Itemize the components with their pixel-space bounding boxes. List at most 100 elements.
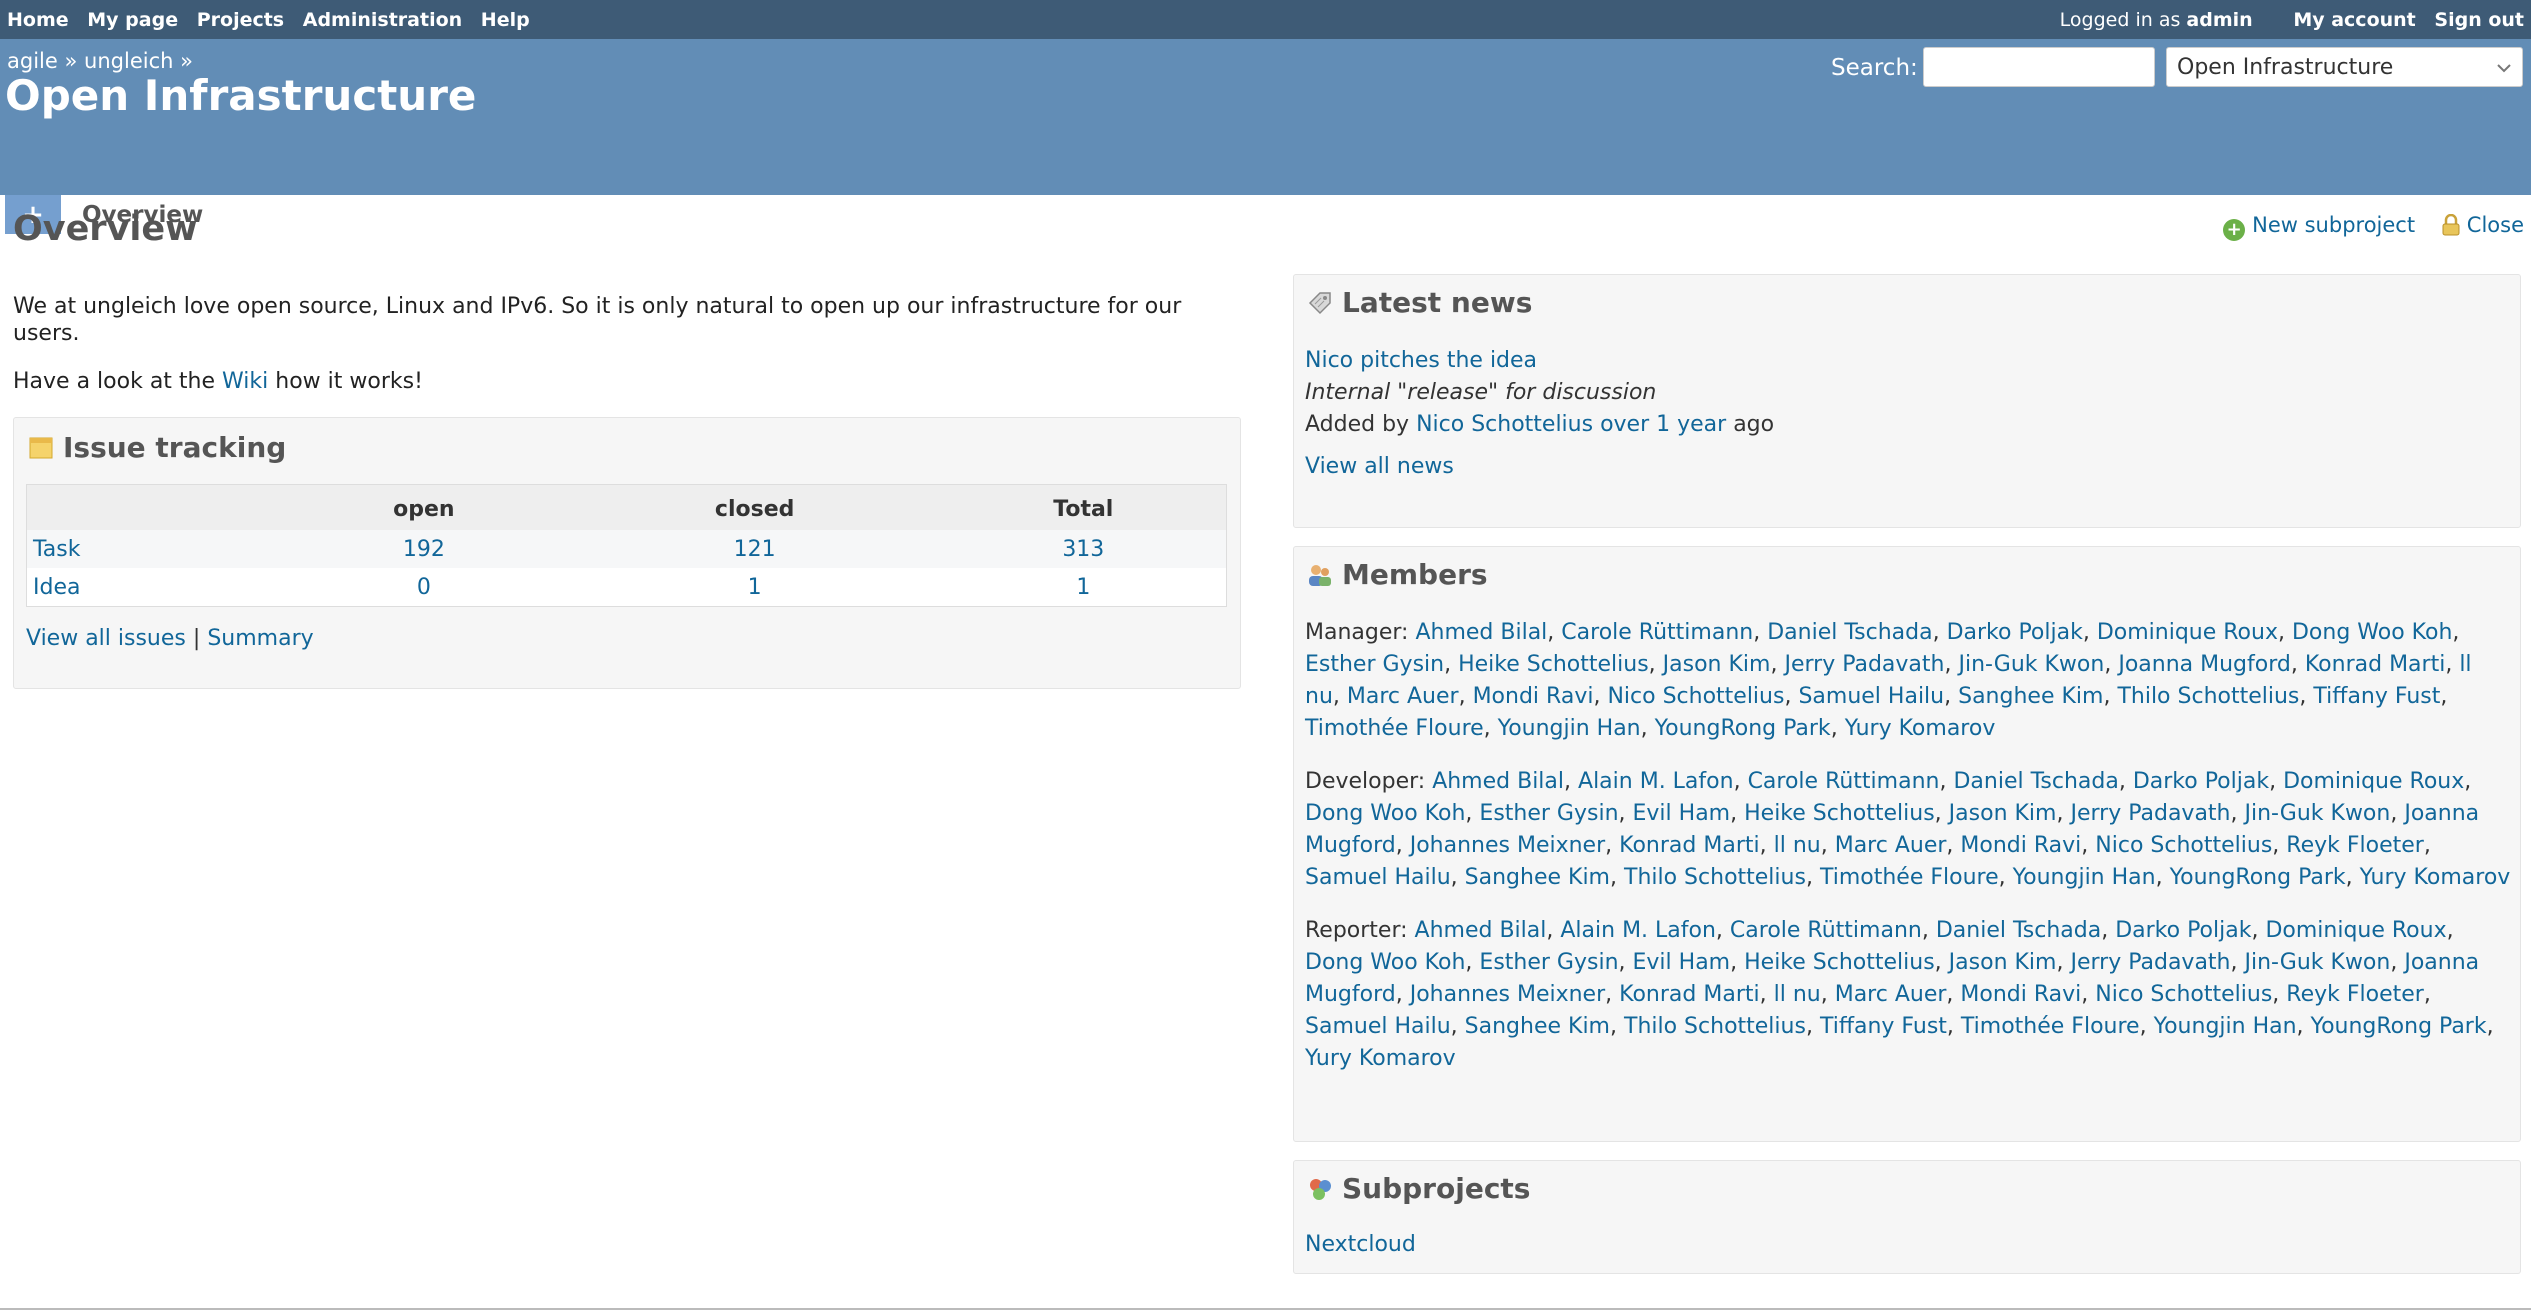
member-link[interactable]: Youngjin Han [2154,1014,2297,1039]
tab-forums[interactable]: Forums [853,195,987,234]
member-link[interactable]: Ahmed Bilal [1415,918,1547,943]
news-age-link[interactable]: over 1 year [1600,412,1726,437]
member-link[interactable]: Ahmed Bilal [1432,769,1564,794]
member-link[interactable]: Darko Poljak [2115,918,2251,943]
search-input[interactable] [1923,47,2155,87]
member-link[interactable]: Esther Gysin [1479,801,1618,826]
member-link[interactable]: Dominique Roux [2097,620,2278,645]
top-menu-home[interactable]: Home [7,9,69,31]
member-link[interactable]: YoungRong Park [2311,1014,2487,1039]
member-link[interactable]: Tiffany Fust [1820,1014,1947,1039]
subproject-nextcloud-link[interactable]: Nextcloud [1305,1232,1416,1257]
tracker-idea-link[interactable]: Idea [33,575,80,600]
member-link[interactable]: Carole Rüttimann [1561,620,1753,645]
member-link[interactable]: Heike Schottelius [1744,801,1935,826]
member-link[interactable]: Darko Poljak [2133,769,2269,794]
top-menu-help[interactable]: Help [481,9,530,31]
tab-settings[interactable]: Settings [989,195,1136,234]
member-link[interactable]: Jin-Guk Kwon [2245,950,2391,975]
tab-activity[interactable]: Activity [224,195,361,234]
tab-roadmap[interactable]: Roadmap [363,195,522,234]
member-link[interactable]: Marc Auer [1835,982,1947,1007]
top-menu-administration[interactable]: Administration [303,9,462,31]
member-link[interactable]: Jason Kim [1663,652,1771,677]
member-link[interactable]: Timothée Floure [1820,865,1999,890]
close-project-button[interactable]: Close [2442,213,2524,237]
member-link[interactable]: Thilo Schottelius [1624,865,1806,890]
sign-out-link[interactable]: Sign out [2434,9,2524,31]
tab-wiki[interactable]: Wiki [756,195,850,234]
member-link[interactable]: Daniel Tschada [1953,769,2118,794]
my-account-link[interactable]: My account [2293,9,2415,31]
member-link[interactable]: Tiffany Fust [2313,684,2440,709]
member-link[interactable]: Sanghee Kim [1465,865,1610,890]
member-link[interactable]: Dong Woo Koh [1305,950,1465,975]
member-link[interactable]: Heike Schottelius [1458,652,1649,677]
idea-open-link[interactable]: 0 [417,575,431,600]
member-link[interactable]: Jerry Padavath [2070,950,2230,975]
task-total-link[interactable]: 313 [1062,537,1104,562]
member-link[interactable]: Samuel Hailu [1305,865,1451,890]
logged-in-user[interactable]: admin [2186,9,2252,31]
member-link[interactable]: ll nu [1774,833,1821,858]
member-link[interactable]: Dominique Roux [2283,769,2464,794]
member-link[interactable]: Thilo Schottelius [2117,684,2299,709]
member-link[interactable]: Nico Schottelius [2095,833,2272,858]
member-link[interactable]: ll nu [1774,982,1821,1007]
member-link[interactable]: Nico Schottelius [1607,684,1784,709]
member-link[interactable]: Alain M. Lafon [1578,769,1734,794]
member-link[interactable]: Youngjin Han [1498,716,1641,741]
tracker-task-link[interactable]: Task [33,537,80,562]
idea-total-link[interactable]: 1 [1076,575,1090,600]
member-link[interactable]: Heike Schottelius [1744,950,1935,975]
tab-news[interactable]: News [646,195,754,234]
member-link[interactable]: Jason Kim [1949,801,2057,826]
member-link[interactable]: Dominique Roux [2265,918,2446,943]
member-link[interactable]: Joanna Mugford [2118,652,2291,677]
member-link[interactable]: Jerry Padavath [2070,801,2230,826]
member-link[interactable]: Ahmed Bilal [1415,620,1547,645]
member-link[interactable]: Daniel Tschada [1936,918,2101,943]
view-all-issues-link[interactable]: View all issues [26,626,186,651]
member-link[interactable]: Daniel Tschada [1767,620,1932,645]
member-link[interactable]: Jin-Guk Kwon [2245,801,2391,826]
news-title-link[interactable]: Nico pitches the idea [1305,348,1537,373]
member-link[interactable]: Reyk Floeter [2286,982,2424,1007]
member-link[interactable]: Carole Rüttimann [1748,769,1940,794]
member-link[interactable]: Johannes Meixner [1410,982,1605,1007]
member-link[interactable]: Marc Auer [1835,833,1947,858]
tab-issues[interactable]: Issues [525,195,645,234]
member-link[interactable]: YoungRong Park [1655,716,1831,741]
member-link[interactable]: Mondi Ravi [1473,684,1594,709]
idea-closed-link[interactable]: 1 [748,575,762,600]
member-link[interactable]: Evil Ham [1633,801,1731,826]
member-link[interactable]: Darko Poljak [1947,620,2083,645]
member-link[interactable]: Dong Woo Koh [1305,801,1465,826]
member-link[interactable]: Alain M. Lafon [1560,918,1716,943]
member-link[interactable]: Konrad Marti [2305,652,2445,677]
member-link[interactable]: Esther Gysin [1479,950,1618,975]
member-link[interactable]: Youngjin Han [2013,865,2156,890]
project-jump-select[interactable]: Open Infrastructure [2166,47,2523,87]
member-link[interactable]: Reyk Floeter [2286,833,2424,858]
issues-summary-link[interactable]: Summary [207,626,313,651]
view-all-news-link[interactable]: View all news [1305,454,1454,479]
member-link[interactable]: Yury Komarov [1305,1046,1456,1071]
member-link[interactable]: Konrad Marti [1619,982,1759,1007]
member-link[interactable]: Jin-Guk Kwon [1958,652,2104,677]
breadcrumb-agile[interactable]: agile [7,49,58,73]
top-menu-projects[interactable]: Projects [197,9,284,31]
member-link[interactable]: Konrad Marti [1619,833,1759,858]
member-link[interactable]: Samuel Hailu [1305,1014,1451,1039]
member-link[interactable]: Mondi Ravi [1960,833,2081,858]
member-link[interactable]: Yury Komarov [1845,716,1996,741]
top-menu-my-page[interactable]: My page [87,9,178,31]
member-link[interactable]: Nico Schottelius [2095,982,2272,1007]
member-link[interactable]: Mondi Ravi [1960,982,2081,1007]
member-link[interactable]: Carole Rüttimann [1730,918,1922,943]
new-subproject-button[interactable]: + New subproject [2223,213,2422,241]
member-link[interactable]: Samuel Hailu [1798,684,1944,709]
member-link[interactable]: Dong Woo Koh [2292,620,2452,645]
member-link[interactable]: Johannes Meixner [1410,833,1605,858]
news-author-link[interactable]: Nico Schottelius [1416,412,1593,437]
